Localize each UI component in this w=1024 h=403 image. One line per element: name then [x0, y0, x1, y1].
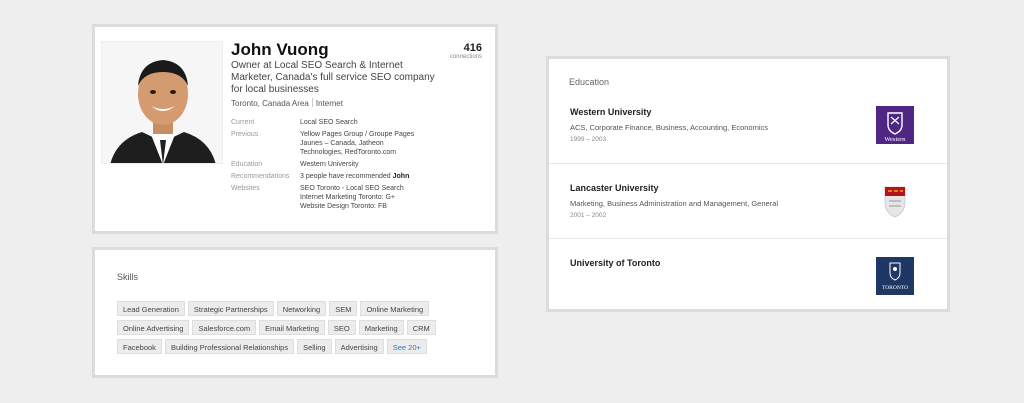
recommendations-name: John — [392, 173, 410, 180]
detail-row-education: Education Western University — [231, 160, 481, 169]
profile-photo[interactable] — [101, 41, 223, 164]
western-crest-icon: Western — [884, 112, 906, 143]
divider — [311, 98, 313, 107]
detail-label: Education — [231, 161, 263, 168]
detail-row-recommendations: Recommendations 3 people have recommende… — [231, 172, 481, 181]
education-title: Education — [569, 77, 610, 87]
western-logo-text: Western — [884, 136, 906, 143]
skill-pill[interactable]: SEM — [329, 301, 358, 316]
profile-card: John Vuong 416 connections Owner at Loca… — [92, 24, 498, 234]
website-link[interactable]: Internet Marketing Toronto: G+ — [300, 193, 404, 202]
previous-positions[interactable]: Yellow Pages Group / Groupe Pages Jaunes… — [300, 130, 414, 157]
skill-pill[interactable]: Online Advertising — [117, 320, 190, 335]
skill-pill[interactable]: Selling — [297, 339, 332, 354]
education-item: University of Toronto TORONTO — [549, 238, 947, 313]
detail-label: Current — [231, 119, 255, 126]
education-card: Education Western University ACS, Corpor… — [546, 56, 950, 312]
recommendations-text: 3 people have recommended — [300, 173, 391, 180]
previous-line: Technologies, RedToronto.com — [300, 149, 397, 156]
see-more-skills-button[interactable]: See 20+ — [386, 339, 427, 354]
skill-pill[interactable]: CRM — [406, 320, 436, 335]
profile-location-line: Toronto, Canada Area Internet — [231, 98, 343, 108]
skills-row: Facebook Building Professional Relations… — [117, 339, 487, 354]
western-logo[interactable]: Western — [876, 106, 914, 144]
location-link[interactable]: Toronto, Canada Area — [231, 99, 309, 108]
skills-card: Skills Lead Generation Strategic Partner… — [92, 247, 498, 378]
years-text: 1999 – 2003 — [570, 136, 607, 143]
lancaster-crest[interactable] — [876, 182, 914, 220]
toronto-crest[interactable]: TORONTO — [876, 257, 914, 295]
profile-headline: Owner at Local SEO Search & Internet Mar… — [231, 60, 435, 95]
skill-pill[interactable]: Online Marketing — [360, 301, 430, 316]
skills-list: Lead Generation Strategic Partnerships N… — [117, 301, 487, 358]
current-position-link[interactable]: Local SEO Search — [300, 118, 358, 127]
industry-link[interactable]: Internet — [316, 99, 343, 108]
degree-text: ACS, Corporate Finance, Business, Accoun… — [570, 123, 769, 132]
detail-label: Recommendations — [231, 173, 290, 180]
website-link[interactable]: Website Design Toronto: FB — [300, 202, 404, 211]
toronto-logo-text: TORONTO — [882, 285, 908, 291]
school-name-link[interactable]: Lancaster University — [570, 183, 659, 193]
previous-line: Yellow Pages Group / Groupe Pages — [300, 131, 415, 138]
avatar — [102, 42, 222, 163]
detail-label: Previous — [231, 131, 259, 138]
skill-pill[interactable]: Networking — [276, 301, 327, 316]
website-link[interactable]: SEO Toronto - Local SEO Search — [300, 184, 404, 193]
skills-row: Online Advertising Salesforce.com Email … — [117, 320, 487, 335]
education-item: Lancaster University Marketing, Business… — [549, 163, 947, 238]
profile-name: John Vuong — [231, 40, 329, 59]
skill-pill[interactable]: SEO — [327, 320, 356, 335]
degree-text: Marketing, Business Administration and M… — [570, 199, 779, 208]
school-name-link[interactable]: Western University — [570, 107, 651, 117]
websites-list: SEO Toronto - Local SEO Search Internet … — [300, 184, 404, 211]
skill-pill[interactable]: Advertising — [334, 339, 384, 354]
skill-pill[interactable]: Lead Generation — [117, 301, 185, 316]
skill-pill[interactable]: Marketing — [358, 320, 404, 335]
profile-details: Current Local SEO Search Previous Yellow… — [231, 118, 481, 214]
detail-row-current: Current Local SEO Search — [231, 118, 481, 127]
detail-row-previous: Previous Yellow Pages Group / Groupe Pag… — [231, 130, 481, 157]
skill-pill[interactable]: Strategic Partnerships — [187, 301, 274, 316]
skills-title: Skills — [117, 272, 139, 282]
school-name-link[interactable]: University of Toronto — [570, 258, 660, 268]
connections-count[interactable]: 416 — [464, 42, 482, 54]
detail-row-websites: Websites SEO Toronto - Local SEO Search … — [231, 184, 481, 211]
recommendations-link[interactable]: 3 people have recommended John — [300, 172, 409, 181]
skill-pill[interactable]: Facebook — [117, 339, 162, 354]
connections-label: connections — [449, 54, 482, 60]
detail-label: Websites — [231, 185, 260, 192]
skill-pill[interactable]: Salesforce.com — [192, 320, 257, 335]
education-item: Western University ACS, Corporate Financ… — [549, 88, 947, 163]
skill-pill[interactable]: Building Professional Relationships — [164, 339, 295, 354]
education-link[interactable]: Western University — [300, 160, 359, 169]
previous-line: Jaunes – Canada, Jatheon — [300, 140, 384, 147]
lancaster-shield-icon — [884, 186, 906, 218]
years-text: 2001 – 2002 — [570, 212, 607, 219]
toronto-shield-icon: TORONTO — [882, 262, 908, 291]
skill-pill[interactable]: Email Marketing — [259, 320, 325, 335]
skills-row: Lead Generation Strategic Partnerships N… — [117, 301, 487, 316]
